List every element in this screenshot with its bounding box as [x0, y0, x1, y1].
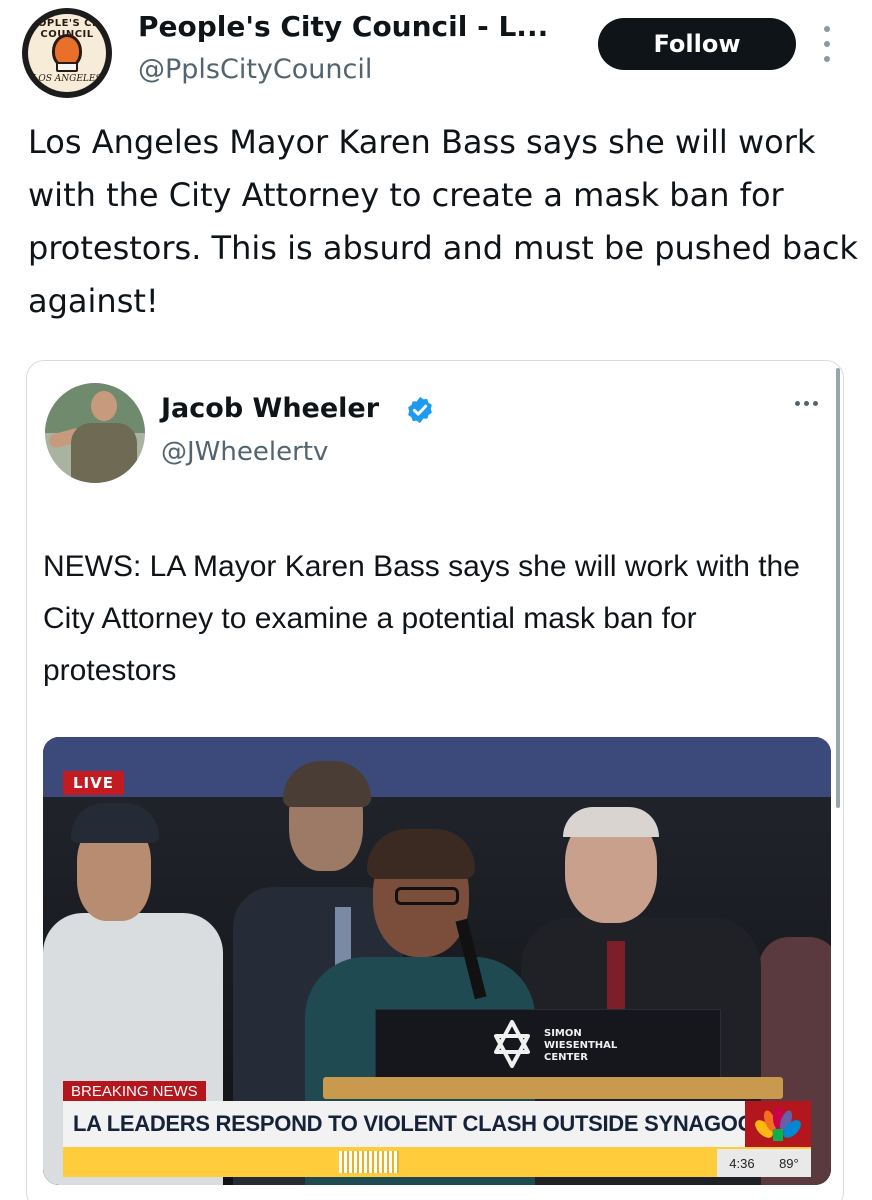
ticker-strip	[63, 1147, 811, 1177]
peacock-icon	[755, 1107, 801, 1141]
dot	[824, 26, 830, 32]
time-text: 4:36	[729, 1155, 755, 1171]
quoted-tweet-text: NEWS: LA Mayor Karen Bass says she will …	[43, 550, 800, 687]
speaker-glasses	[395, 887, 459, 905]
person-left-cap	[71, 803, 159, 843]
quoted-tweet-card[interactable]: Jacob Wheeler @JWheelertv NEWS: LA Mayor…	[26, 360, 844, 1200]
avatar-head	[91, 391, 117, 421]
news-headline: LA LEADERS RESPOND TO VIOLENT CLASH OUTS…	[63, 1101, 745, 1147]
speaker-hair	[367, 829, 475, 879]
follow-button[interactable]: Follow	[598, 18, 796, 70]
peacock-logo-icon	[745, 1101, 811, 1147]
avatar-logo-bottom-text: LOS ANGELES	[32, 74, 102, 84]
time-weather-box: 4:36 89°	[717, 1149, 811, 1177]
dot	[804, 401, 809, 406]
breaking-news-label: BREAKING NEWS	[63, 1081, 206, 1102]
temperature-text: 89°	[779, 1155, 799, 1171]
person-right-hair	[563, 807, 659, 837]
quoted-author-handle[interactable]: @JWheelertv	[161, 437, 328, 467]
video-thumbnail[interactable]: SIMON WIESENTHAL CENTER LIVE BREAKING NE…	[43, 737, 831, 1185]
barcode-graphic	[339, 1151, 399, 1173]
tweet-text: Los Angeles Mayor Karen Bass says she wi…	[28, 123, 858, 320]
quoted-author-name[interactable]: Jacob Wheeler	[161, 393, 379, 424]
star-of-david-icon	[494, 1020, 530, 1068]
verified-badge-icon	[408, 396, 432, 424]
author-handle[interactable]: @PplsCityCouncil	[138, 54, 372, 85]
fist-cuff	[56, 62, 78, 72]
podium-wood	[323, 1077, 783, 1099]
dot	[824, 41, 830, 47]
podium-sign: SIMON WIESENTHAL CENTER	[375, 1009, 721, 1079]
live-badge: LIVE	[63, 771, 124, 795]
podium-text: SIMON WIESENTHAL CENTER	[544, 1028, 618, 1063]
more-options-icon[interactable]	[820, 26, 834, 62]
person-right-tie	[607, 941, 625, 1011]
dot	[824, 56, 830, 62]
quoted-more-icon[interactable]	[795, 401, 818, 406]
dot	[795, 401, 800, 406]
dot	[813, 401, 818, 406]
quoted-author-avatar[interactable]	[45, 383, 145, 483]
author-avatar[interactable]: PEOPLE'S CITY COUNCIL LOS ANGELES	[22, 8, 112, 98]
avatar-vest	[71, 423, 137, 483]
scrollbar-thumb[interactable]	[836, 368, 840, 808]
author-name[interactable]: People's City Council - L...	[138, 10, 548, 43]
